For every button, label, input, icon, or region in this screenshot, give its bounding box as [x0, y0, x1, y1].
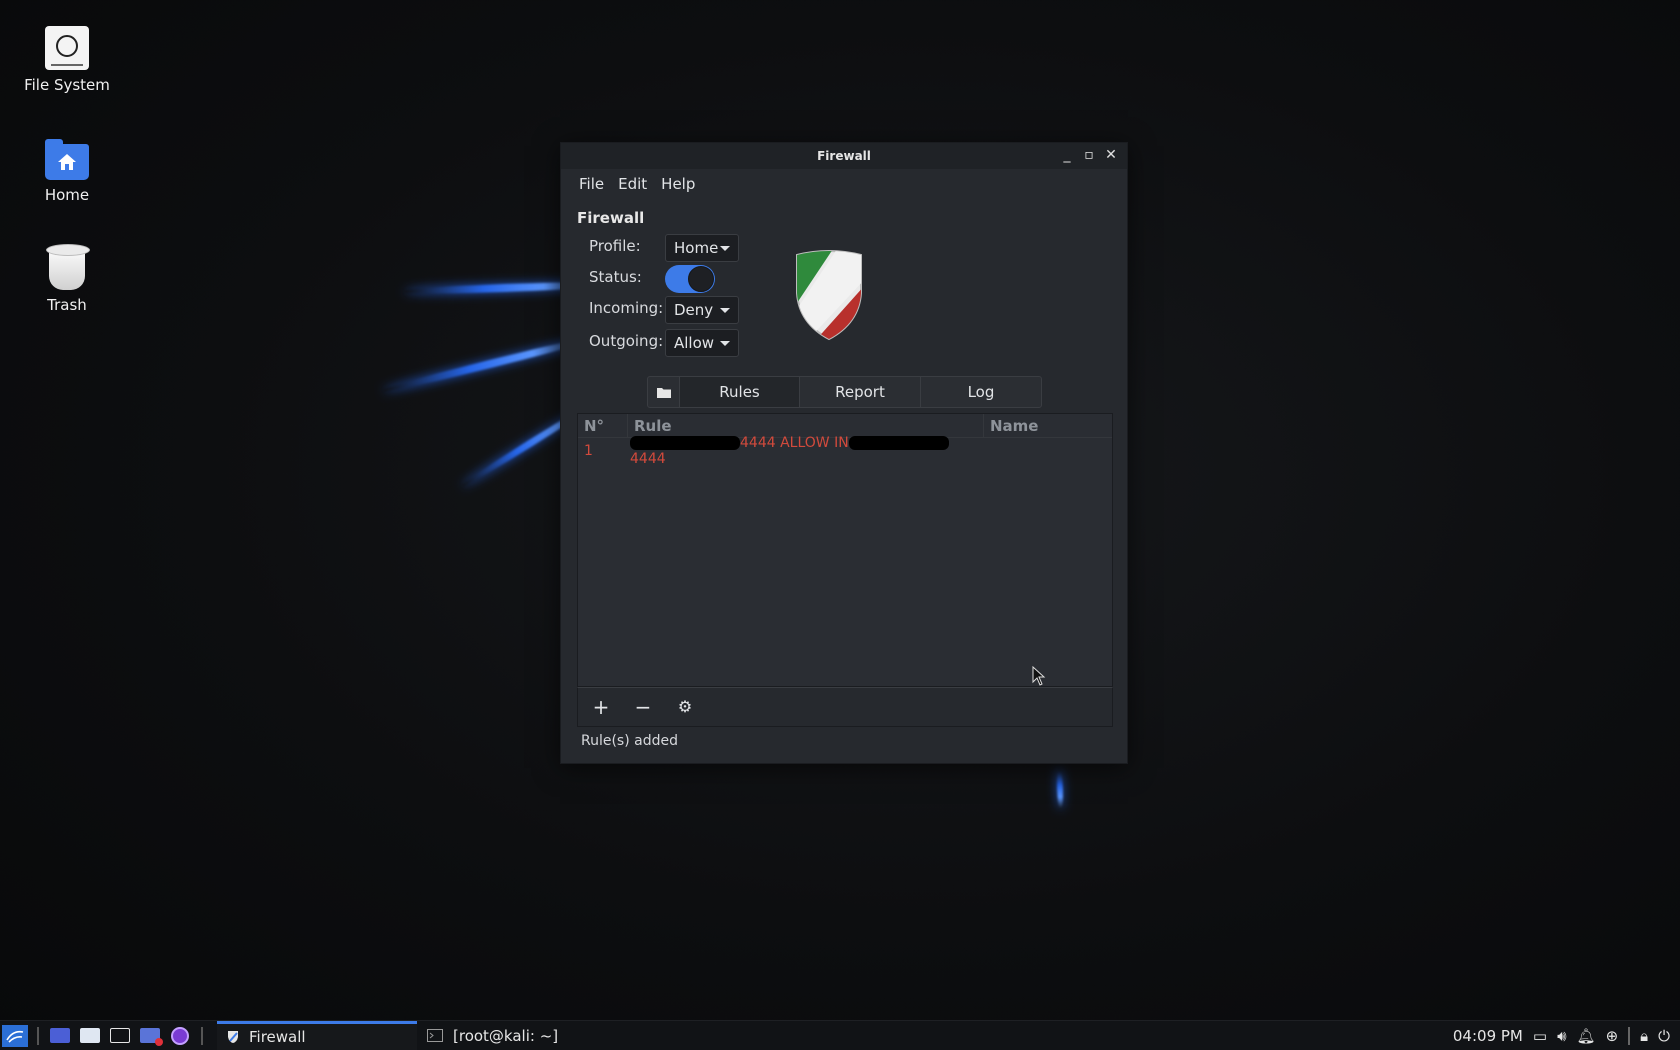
lock-icon[interactable]: 🔒︎	[1640, 1027, 1648, 1045]
status-message: Rule(s) added	[581, 733, 678, 749]
toggle-knob	[688, 266, 714, 292]
task-terminal[interactable]: [root@kali: ~]	[417, 1021, 617, 1050]
terminal-icon[interactable]	[108, 1025, 132, 1047]
desktop-icon-label: File System	[24, 76, 110, 94]
status-toggle[interactable]	[665, 265, 715, 293]
mouse-cursor-icon	[1032, 666, 1046, 686]
file-manager-icon[interactable]	[78, 1025, 102, 1047]
redacted-address	[630, 436, 740, 450]
remove-rule-icon[interactable]: −	[632, 696, 654, 718]
incoming-value: Deny	[674, 301, 714, 319]
incoming-dropdown[interactable]: Deny	[665, 296, 739, 324]
screen-icon[interactable]: ▭	[1533, 1027, 1547, 1045]
menu-bar: File Edit Help	[561, 169, 1127, 199]
tab-rules[interactable]: Rules	[680, 377, 800, 407]
show-desktop-icon[interactable]	[48, 1025, 72, 1047]
outgoing-label: Outgoing:	[589, 332, 664, 350]
tab-report[interactable]: Report	[800, 377, 921, 407]
desktop-icon-home[interactable]: Home	[12, 136, 122, 204]
desktop-icon-file-system[interactable]: File System	[12, 26, 122, 94]
update-icon[interactable]: ⊕	[1606, 1027, 1619, 1045]
screen-recorder-icon[interactable]	[138, 1025, 163, 1047]
home-folder-icon	[45, 139, 89, 180]
chevron-down-icon	[720, 308, 730, 313]
profile-value: Home	[674, 239, 719, 257]
table-row[interactable]: 1 4444 ALLOW IN 4444	[578, 435, 1112, 467]
window-title: Firewall	[817, 149, 871, 163]
kali-menu-icon[interactable]	[2, 1024, 28, 1047]
firewall-shield-icon	[228, 1031, 238, 1043]
terminal-icon	[427, 1029, 443, 1042]
folder-icon	[656, 387, 671, 398]
tor-browser-icon[interactable]	[168, 1025, 192, 1047]
taskbar-separator	[37, 1026, 39, 1045]
rules-toolbar: + − ⚙	[577, 687, 1113, 727]
desktop-icon-label: Trash	[47, 296, 87, 314]
clock[interactable]: 04:09 PM	[1453, 1027, 1523, 1045]
system-tray: 04:09 PM ▭ 🔊︎ 🔔︎ ⊕ 🔒︎ ⏻	[1453, 1021, 1670, 1050]
rules-table: N° Rule Name 1 4444 ALLOW IN 4444	[577, 413, 1113, 687]
close-icon[interactable]: ✕	[1103, 146, 1119, 164]
rule-number: 1	[584, 443, 593, 459]
task-label: [root@kali: ~]	[453, 1026, 559, 1045]
menu-file[interactable]: File	[573, 171, 610, 197]
taskbar: Firewall [root@kali: ~] 04:09 PM ▭ 🔊︎ 🔔︎…	[0, 1020, 1680, 1050]
chevron-down-icon	[720, 246, 730, 251]
rule-text-end: 4444	[630, 451, 666, 467]
notification-bell-icon[interactable]: 🔔︎	[1577, 1027, 1596, 1045]
profile-dropdown[interactable]: Home	[665, 234, 739, 262]
column-header-rule[interactable]: Rule	[628, 414, 984, 437]
window-titlebar[interactable]: Firewall _ ▫ ✕	[561, 143, 1127, 169]
task-label: Firewall	[249, 1028, 306, 1046]
trash-icon	[46, 244, 90, 290]
chevron-down-icon	[720, 341, 730, 346]
outgoing-dropdown[interactable]: Allow	[665, 329, 739, 357]
outgoing-value: Allow	[674, 334, 715, 352]
tray-separator	[1628, 1027, 1631, 1045]
gear-icon[interactable]: ⚙	[674, 696, 696, 718]
maximize-icon[interactable]: ▫	[1081, 146, 1097, 164]
power-icon[interactable]: ⏻	[1658, 1027, 1670, 1045]
rule-text: 4444 ALLOW IN 4444	[628, 435, 984, 467]
firewall-shield-icon	[796, 250, 862, 341]
folder-tab[interactable]	[648, 377, 680, 407]
section-title: Firewall	[577, 209, 645, 227]
redacted-address	[848, 436, 949, 450]
task-firewall[interactable]: Firewall	[217, 1020, 417, 1050]
rule-text-middle: 4444 ALLOW IN	[740, 435, 849, 451]
add-rule-icon[interactable]: +	[590, 696, 612, 718]
menu-edit[interactable]: Edit	[612, 171, 653, 197]
desktop-icon-trash[interactable]: Trash	[12, 244, 122, 314]
view-tabs: Rules Report Log	[647, 376, 1042, 408]
status-label: Status:	[589, 268, 642, 286]
column-header-no[interactable]: N°	[578, 414, 628, 437]
menu-help[interactable]: Help	[655, 171, 701, 197]
desktop-icon-label: Home	[44, 186, 90, 204]
minimize-icon[interactable]: _	[1059, 146, 1075, 164]
wallpaper-streak	[1056, 768, 1064, 810]
profile-label: Profile:	[589, 237, 641, 255]
tab-log[interactable]: Log	[921, 377, 1041, 407]
volume-icon[interactable]: 🔊︎	[1557, 1027, 1566, 1045]
taskbar-separator	[201, 1026, 203, 1045]
column-header-name[interactable]: Name	[984, 414, 1112, 437]
drive-icon	[45, 26, 89, 70]
incoming-label: Incoming:	[589, 299, 664, 317]
